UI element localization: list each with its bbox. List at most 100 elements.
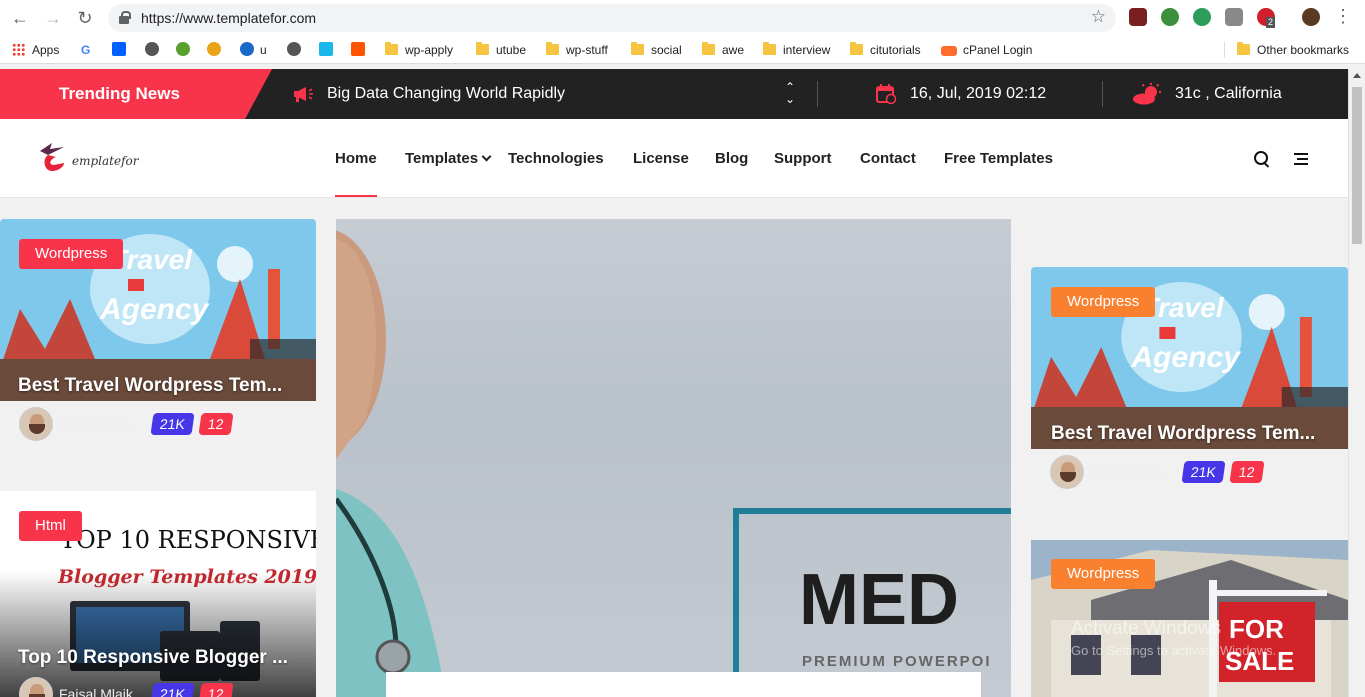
bookmark-cpanel[interactable]: cPanel Login bbox=[941, 42, 1032, 58]
bookmark-apps[interactable]: Apps bbox=[12, 42, 59, 58]
bookmark-star-icon[interactable]: ☆ bbox=[1091, 7, 1106, 27]
category-tag[interactable]: Wordpress bbox=[1051, 287, 1156, 317]
nav-technologies[interactable]: Technologies bbox=[508, 150, 604, 167]
post-card-blogger[interactable]: TOP 10 RESPONSIVE Blogger Templates 2019… bbox=[0, 491, 316, 697]
windows-watermark-title: Activate Windows bbox=[1071, 618, 1221, 639]
folder-icon bbox=[476, 42, 489, 55]
hero-image: MED PREMIUM POWERPOI bbox=[336, 230, 1011, 697]
reload-icon[interactable]: ↻ bbox=[73, 6, 97, 30]
nav-templates[interactable]: Templates bbox=[405, 150, 492, 167]
browser-toolbar: ← → ↻ https://www.templatefor.com ☆ 2 ⋮ bbox=[0, 0, 1365, 36]
svg-text:Agency: Agency bbox=[99, 293, 210, 326]
page-scrollbar[interactable] bbox=[1348, 69, 1365, 697]
comments-badge: 12 bbox=[198, 683, 234, 697]
bookmark-utube[interactable]: utube bbox=[476, 42, 526, 58]
nav-contact[interactable]: Contact bbox=[860, 150, 916, 167]
folder-icon bbox=[546, 42, 559, 55]
nav-home[interactable]: Home bbox=[335, 150, 377, 197]
post-title[interactable]: Top 10 Responsive Blogger ... bbox=[18, 647, 288, 669]
post-meta: Faisal Mlaik 21K 12 bbox=[19, 407, 239, 441]
svg-text:Agency: Agency bbox=[1130, 341, 1241, 374]
author-name[interactable]: Faisal Mlaik bbox=[59, 686, 133, 697]
extension-badge-icon[interactable]: 2 bbox=[1257, 8, 1276, 28]
trending-headline[interactable]: Big Data Changing World Rapidly bbox=[327, 85, 565, 103]
apps-grid-icon bbox=[12, 43, 25, 56]
megaphone-icon bbox=[294, 87, 313, 102]
post-card-travel-left[interactable]: Travel Agency Wordpress Best Travel Word… bbox=[0, 219, 316, 401]
folder-icon bbox=[385, 42, 398, 55]
site-icon[interactable] bbox=[176, 42, 196, 58]
bookmarks-bar: Apps G u wp-apply utube wp-stuff social … bbox=[0, 36, 1365, 64]
extension-globe-icon[interactable] bbox=[1161, 8, 1179, 26]
folder-icon bbox=[702, 42, 715, 55]
globe-icon-2[interactable] bbox=[287, 42, 307, 58]
forward-icon[interactable]: → bbox=[41, 6, 65, 30]
hero-slider[interactable]: MED PREMIUM POWERPOI bbox=[336, 219, 1011, 697]
nav-free-templates[interactable]: Free Templates bbox=[944, 150, 1053, 167]
folder-icon bbox=[763, 42, 776, 55]
author-name[interactable]: Faisal Mlaik bbox=[59, 416, 133, 432]
divider bbox=[1102, 81, 1103, 107]
bookmark-wp-stuff[interactable]: wp-stuff bbox=[546, 42, 608, 58]
bookmark-interview[interactable]: interview bbox=[763, 42, 830, 58]
nav-blog[interactable]: Blog bbox=[715, 150, 748, 167]
comments-badge: 12 bbox=[1229, 461, 1265, 483]
date-time: 16, Jul, 2019 02:12 bbox=[910, 85, 1047, 102]
menu-icon[interactable] bbox=[1294, 153, 1308, 165]
extension-badge-count: 2 bbox=[1266, 17, 1276, 28]
scroll-up-icon[interactable] bbox=[1353, 73, 1361, 78]
site-header: emplatefor Home Templates Technologies L… bbox=[0, 119, 1348, 198]
back-icon[interactable]: ← bbox=[8, 6, 32, 30]
scroll-thumb[interactable] bbox=[1352, 87, 1362, 244]
dropbox-icon[interactable] bbox=[112, 42, 132, 58]
hero-caption-box bbox=[386, 672, 981, 697]
svg-text:MED: MED bbox=[799, 560, 959, 640]
category-tag[interactable]: Wordpress bbox=[1051, 559, 1156, 589]
extension-hat-icon[interactable] bbox=[1129, 8, 1147, 26]
nav-license[interactable]: License bbox=[633, 150, 689, 167]
folder-icon bbox=[850, 42, 863, 55]
url-text: https://www.templatefor.com bbox=[141, 10, 317, 26]
bookmark-wp-apply[interactable]: wp-apply bbox=[385, 42, 453, 58]
calendar-icon bbox=[876, 84, 896, 104]
weather-text: 31c , California bbox=[1175, 85, 1282, 102]
post-meta: Faisal Mlaik 21K 12 bbox=[19, 677, 239, 697]
bookmark-divider bbox=[1224, 42, 1225, 58]
folder-icon bbox=[1237, 42, 1250, 55]
post-title[interactable]: Best Travel Wordpress Tem... bbox=[1051, 423, 1315, 445]
address-bar[interactable]: https://www.templatefor.com ☆ bbox=[108, 4, 1116, 32]
avatar bbox=[19, 407, 53, 441]
svg-text:FOR: FOR bbox=[1229, 614, 1284, 644]
globe-icon[interactable] bbox=[145, 42, 165, 58]
google-icon[interactable]: G bbox=[81, 42, 90, 58]
search-icon[interactable] bbox=[1254, 151, 1270, 167]
views-badge: 21K bbox=[1181, 461, 1226, 483]
bookmark-social[interactable]: social bbox=[631, 42, 682, 58]
site-logo[interactable]: emplatefor bbox=[38, 141, 148, 177]
vimeo-icon[interactable] bbox=[319, 42, 339, 58]
author-name[interactable]: Faisal Mlaik bbox=[1090, 464, 1164, 480]
post-card-travel-right[interactable]: Travel Agency Wordpress Best Travel Word… bbox=[1031, 267, 1348, 449]
headline-scroll-control[interactable]: ⌃ ⌄ bbox=[783, 81, 797, 105]
bookmark-citutorials[interactable]: citutorials bbox=[850, 42, 921, 58]
bee-icon[interactable] bbox=[207, 42, 227, 58]
svg-text:PREMIUM POWERPOI: PREMIUM POWERPOI bbox=[802, 653, 992, 670]
soundcloud-icon[interactable] bbox=[351, 42, 371, 58]
browser-menu-icon[interactable]: ⋮ bbox=[1334, 6, 1352, 27]
nav-support[interactable]: Support bbox=[774, 150, 832, 167]
folder-icon bbox=[631, 42, 644, 55]
windows-watermark-subtitle: Go to Settings to activate Windows. bbox=[1071, 643, 1277, 658]
divider bbox=[817, 81, 818, 107]
svg-text:Blogger Templates 2019: Blogger Templates 2019 bbox=[57, 566, 316, 588]
category-tag[interactable]: Html bbox=[19, 511, 82, 541]
post-title[interactable]: Best Travel Wordpress Tem... bbox=[18, 375, 282, 397]
category-tag[interactable]: Wordpress bbox=[19, 239, 124, 269]
extension-recycle-icon[interactable] bbox=[1193, 8, 1211, 26]
lock-icon bbox=[119, 11, 131, 24]
bookmark-u[interactable]: u bbox=[240, 42, 267, 58]
avatar bbox=[1050, 455, 1084, 489]
bookmark-awe[interactable]: awe bbox=[702, 42, 744, 58]
bookmark-other[interactable]: Other bookmarks bbox=[1237, 42, 1349, 58]
profile-avatar[interactable] bbox=[1302, 8, 1320, 26]
extension-tool-icon[interactable] bbox=[1225, 8, 1243, 26]
